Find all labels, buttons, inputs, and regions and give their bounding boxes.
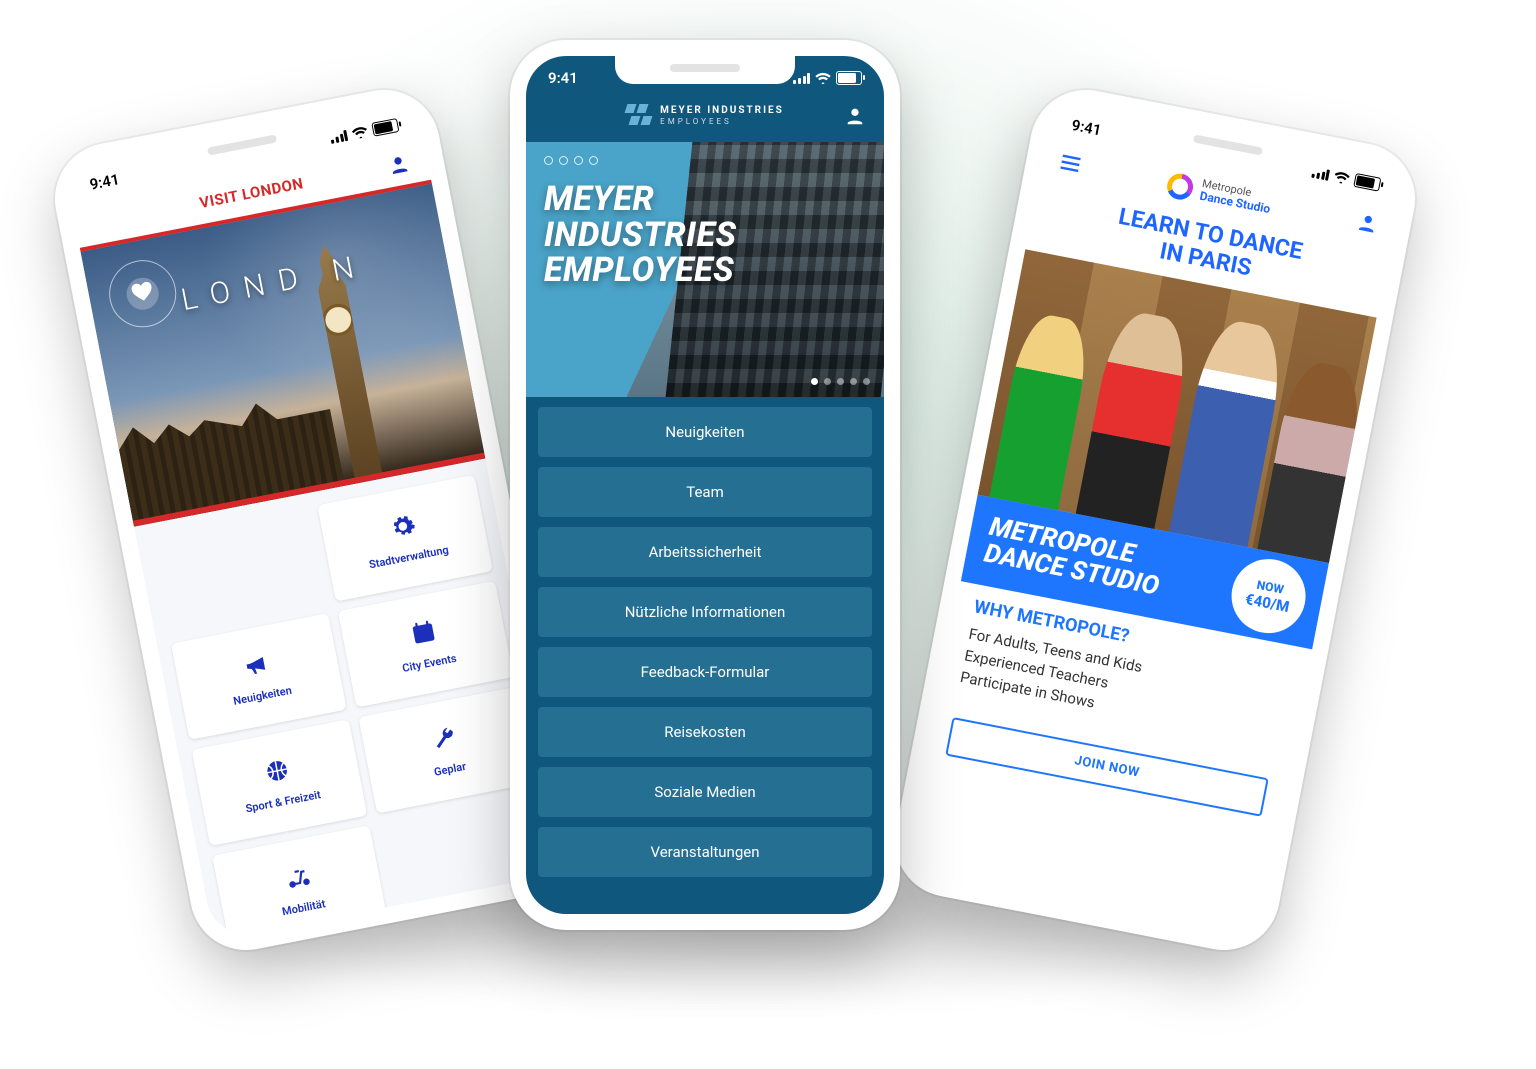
menu-item-veranstaltungen[interactable]: Veranstaltungen	[538, 827, 872, 877]
profile-icon[interactable]	[844, 105, 866, 127]
brand: MEYER INDUSTRIES EMPLOYEES	[566, 104, 844, 128]
brand-text: MEYER INDUSTRIES EMPLOYEES	[660, 105, 784, 127]
status-time: 9:41	[88, 170, 121, 193]
tile-label: Mobilität	[275, 896, 332, 919]
tile-label: Stadtverwaltung	[362, 542, 456, 572]
status-icons	[1311, 165, 1381, 192]
menu-item-team[interactable]: Team	[538, 467, 872, 517]
phone-dance-studio: 9:41 Metropole Dance Studio	[885, 80, 1424, 959]
hero-decor-dots	[544, 156, 598, 165]
phone-meyer-industries: 9:41 MEYER INDUSTRIES EMPLOYEES	[510, 40, 900, 930]
phone-notch	[615, 56, 795, 84]
tile-label: Geplar	[427, 758, 473, 779]
megaphone-icon	[241, 649, 272, 683]
wrench-icon	[429, 723, 460, 757]
wifi-icon	[1333, 170, 1351, 185]
wifi-icon	[815, 72, 831, 84]
menu-item-reisekosten[interactable]: Reisekosten	[538, 707, 872, 757]
battery-icon	[1353, 173, 1381, 192]
status-time: 9:41	[548, 69, 578, 87]
logo-icon	[1165, 171, 1195, 201]
battery-icon	[371, 118, 399, 137]
wifi-icon	[351, 125, 369, 140]
brand-text: Metropole Dance Studio	[1198, 178, 1273, 216]
hero-title: MEYER INDUSTRIES EMPLOYEES	[544, 182, 736, 289]
menu-item-feedback-formular[interactable]: Feedback-Formular	[538, 647, 872, 697]
logo-icon	[626, 104, 650, 128]
tile-stadtverwaltung[interactable]: Stadtverwaltung	[317, 475, 493, 602]
tile-geplant[interactable]: Geplar	[358, 687, 534, 814]
menu-item-nuetzliche-informationen[interactable]: Nützliche Informationen	[538, 587, 872, 637]
menu-item-neuigkeiten[interactable]: Neuigkeiten	[538, 407, 872, 457]
cellular-icon	[1311, 166, 1330, 180]
calendar-icon	[408, 617, 439, 651]
status-time: 9:41	[1070, 116, 1103, 139]
scooter-icon	[282, 861, 313, 895]
cellular-icon	[329, 129, 348, 143]
tile-label: Neuigkeiten	[226, 682, 298, 708]
carousel-pager[interactable]	[811, 378, 870, 385]
battery-icon	[836, 71, 862, 85]
tile-sport-freizeit[interactable]: Sport & Freizeit	[192, 719, 368, 846]
hero-banner: MEYER INDUSTRIES EMPLOYEES	[526, 142, 884, 397]
basketball-icon	[262, 755, 293, 789]
love-london-badge	[102, 253, 184, 335]
main-menu: Neuigkeiten Team Arbeitssicherheit Nützl…	[526, 407, 884, 893]
status-icons	[793, 71, 862, 85]
tile-mobilitaet[interactable]: Mobilität	[212, 825, 388, 941]
tile-neuigkeiten[interactable]: Neuigkeiten	[171, 613, 347, 740]
menu-item-arbeitssicherheit[interactable]: Arbeitssicherheit	[538, 527, 872, 577]
cellular-icon	[793, 73, 810, 84]
tile-city-events[interactable]: City Events	[338, 581, 514, 708]
tile-label: City Events	[395, 650, 463, 676]
menu-item-soziale-medien[interactable]: Soziale Medien	[538, 767, 872, 817]
phone-visit-london: 9:41 VISIT LONDON	[45, 80, 584, 959]
tile-label: Sport & Freizeit	[239, 786, 328, 816]
gear-icon	[387, 511, 418, 545]
app-header: MEYER INDUSTRIES EMPLOYEES	[526, 100, 884, 138]
profile-icon[interactable]	[386, 152, 412, 178]
profile-icon[interactable]	[1355, 210, 1381, 236]
category-grid: Stadtverwaltung Neuigkeiten City Events …	[134, 458, 566, 941]
status-icons	[329, 118, 399, 145]
